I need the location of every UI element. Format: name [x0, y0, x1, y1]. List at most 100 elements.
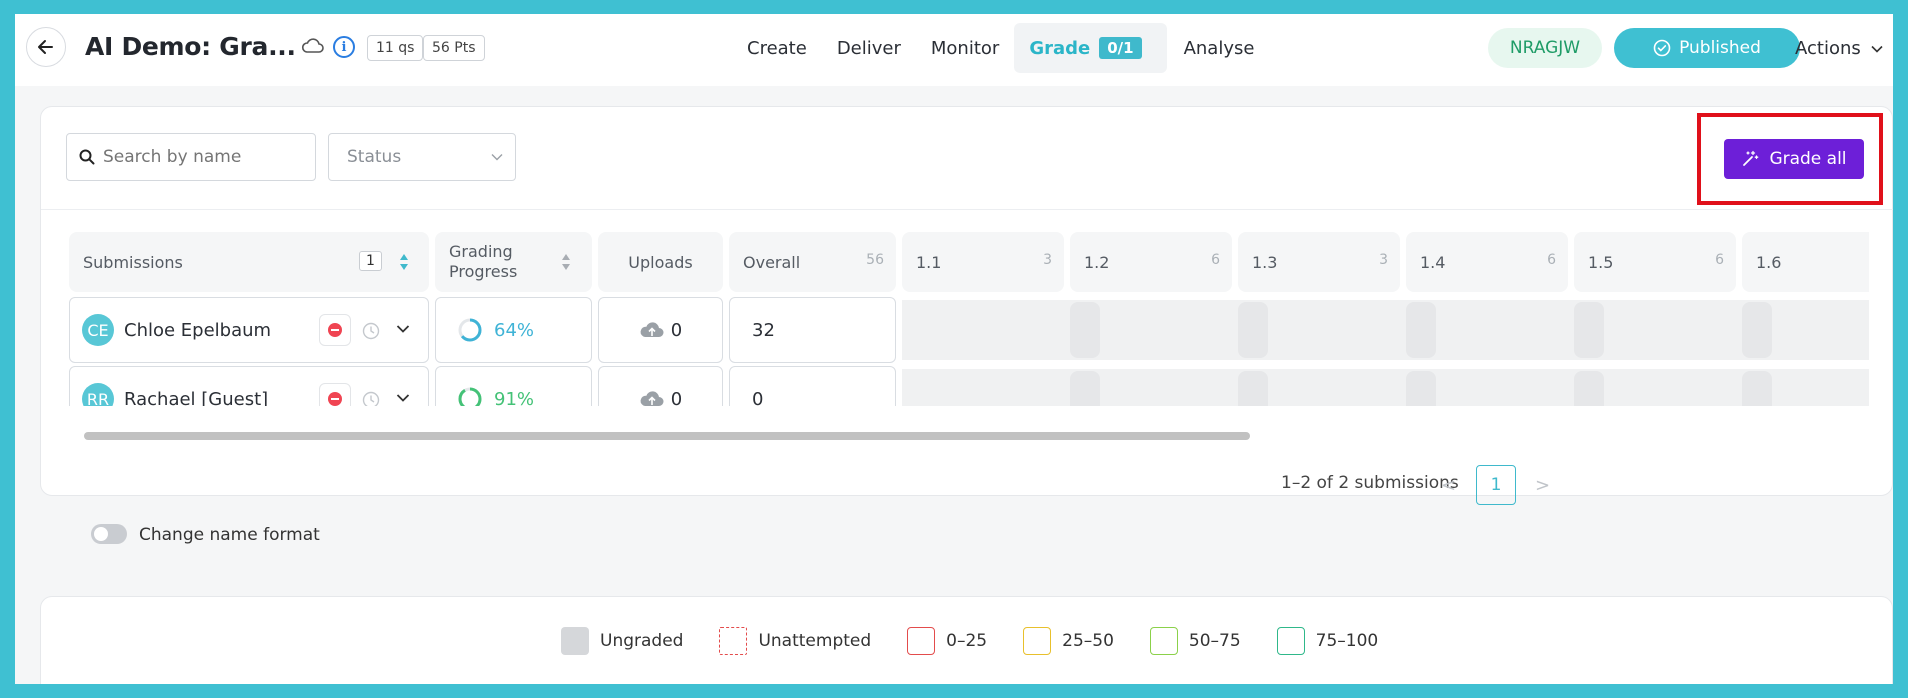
- tab-analyse[interactable]: Analyse: [1167, 23, 1270, 73]
- app-frame: AI Demo: Gra... i 11 qs 56 Pts Create De…: [15, 14, 1893, 684]
- grade-count-badge: 0/1: [1099, 37, 1142, 59]
- next-page-button[interactable]: >: [1535, 475, 1550, 496]
- overall-score-cell[interactable]: 0: [729, 366, 896, 406]
- header-question-1-1[interactable]: 1.1 3: [902, 232, 1064, 292]
- header-question-1-3[interactable]: 1.3 3: [1238, 232, 1400, 292]
- question-points: 6: [1547, 252, 1556, 268]
- progress-ring-fill: [458, 387, 482, 406]
- status-select[interactable]: Status: [328, 133, 516, 181]
- sort-icon[interactable]: [561, 252, 571, 272]
- table-row-student[interactable]: RR Rachael [Guest]: [69, 366, 429, 406]
- grade-all-button[interactable]: Grade all: [1724, 139, 1864, 179]
- published-label: Published: [1679, 38, 1761, 58]
- actions-dropdown[interactable]: Actions: [1795, 38, 1883, 59]
- question-points: 3: [1379, 252, 1388, 268]
- question-grade-cell[interactable]: [1238, 371, 1268, 406]
- remove-button[interactable]: [319, 314, 351, 346]
- info-icon[interactable]: i: [333, 36, 355, 58]
- tab-create[interactable]: Create: [732, 23, 822, 73]
- search-box[interactable]: [66, 133, 316, 181]
- tab-deliver[interactable]: Deliver: [822, 23, 916, 73]
- tab-grade-label: Grade: [1029, 37, 1091, 59]
- minus-circle-icon: [328, 323, 342, 337]
- uploads-count: 0: [670, 388, 683, 407]
- status-placeholder: Status: [347, 147, 402, 167]
- check-circle-icon: [1653, 39, 1671, 57]
- question-label: 1.1: [916, 252, 942, 272]
- question-grade-cell[interactable]: [1742, 371, 1772, 406]
- chevron-down-icon[interactable]: [396, 393, 410, 403]
- question-grade-cell[interactable]: [1742, 302, 1772, 358]
- header-question-1-2[interactable]: 1.2 6: [1070, 232, 1232, 292]
- header-uploads: Uploads: [598, 232, 723, 292]
- header-question-1-4[interactable]: 1.4 6: [1406, 232, 1568, 292]
- legend-swatch: [907, 627, 936, 655]
- uploads-cell[interactable]: 0: [598, 366, 723, 406]
- grading-progress-cell: 91%: [435, 366, 592, 406]
- horizontal-scrollbar[interactable]: [84, 432, 1250, 440]
- question-grade-cell[interactable]: [1574, 302, 1604, 358]
- question-grade-cell[interactable]: [1406, 371, 1436, 406]
- avatar: RR: [82, 383, 114, 406]
- page-title: AI Demo: Gra...: [85, 32, 296, 61]
- question-label: 1.3: [1252, 252, 1278, 272]
- uploads-cell[interactable]: 0: [598, 297, 723, 363]
- header-question-1-5[interactable]: 1.5 6: [1574, 232, 1736, 292]
- question-points: 6: [1211, 252, 1220, 268]
- overall-score-cell[interactable]: 32: [729, 297, 896, 363]
- chevron-down-icon[interactable]: [396, 324, 410, 334]
- chevron-down-icon: [491, 154, 503, 161]
- legend-card: Ungraded Unattempted 0–25 25–50 50–75 75…: [40, 596, 1893, 684]
- legend-label: Ungraded: [600, 631, 684, 651]
- question-grade-cell[interactable]: [1070, 302, 1100, 358]
- question-grade-cell[interactable]: [1238, 302, 1268, 358]
- header-grading-progress[interactable]: Grading Progress: [435, 232, 592, 292]
- page-1-button[interactable]: 1: [1476, 465, 1516, 505]
- question-grade-cell[interactable]: [1070, 371, 1100, 406]
- divider: [41, 209, 1893, 210]
- clock-icon[interactable]: [362, 391, 380, 406]
- tab-monitor[interactable]: Monitor: [916, 23, 1014, 73]
- header-question-1-6[interactable]: 1.6: [1742, 232, 1869, 292]
- progress-percent: 64%: [494, 319, 535, 341]
- prev-page-button[interactable]: <: [1441, 475, 1456, 496]
- published-button[interactable]: Published: [1614, 28, 1800, 68]
- magic-wand-icon: [1743, 150, 1759, 166]
- legend-label: Unattempted: [758, 631, 872, 651]
- student-name: Chloe Epelbaum: [124, 319, 272, 341]
- name-format-toggle[interactable]: [91, 524, 127, 544]
- sort-icon[interactable]: [399, 252, 409, 272]
- legend-label: 25–50: [1062, 631, 1114, 651]
- legend-item-25-50: 25–50: [1023, 627, 1114, 655]
- question-grade-cell[interactable]: [1406, 302, 1436, 358]
- legend-swatch: [561, 627, 589, 655]
- cloud-upload-icon: [640, 322, 664, 337]
- main-nav: Create Deliver Monitor Grade 0/1 Analyse: [732, 22, 1269, 74]
- legend-item-unattempted: Unattempted: [719, 627, 871, 655]
- clock-icon[interactable]: [362, 322, 380, 340]
- question-points: 6: [1715, 252, 1724, 268]
- legend-item-75-100: 75–100: [1276, 627, 1378, 655]
- cloud-icon: [301, 38, 324, 53]
- progress-percent: 91%: [494, 388, 535, 407]
- arrow-left-icon: [38, 40, 53, 54]
- question-label: 1.5: [1588, 252, 1614, 272]
- tab-grade[interactable]: Grade 0/1: [1014, 23, 1167, 73]
- search-input[interactable]: [103, 147, 303, 167]
- room-code-badge[interactable]: NRAGJW: [1488, 28, 1602, 68]
- points-chip: 56 Pts: [423, 35, 485, 61]
- search-icon: [79, 149, 95, 165]
- minus-circle-icon: [328, 392, 342, 406]
- back-button[interactable]: [26, 27, 66, 67]
- legend-swatch: [1149, 627, 1178, 655]
- legend-swatch: [719, 627, 748, 655]
- pagination-summary: 1–2 of 2 submissions: [1281, 473, 1459, 493]
- submissions-count-badge: 1: [359, 251, 382, 271]
- header-submissions[interactable]: Submissions 1: [69, 232, 429, 292]
- student-name: Rachael [Guest]: [124, 388, 269, 407]
- legend-swatch: [1276, 627, 1305, 655]
- remove-button[interactable]: [319, 383, 351, 406]
- question-grade-cell[interactable]: [1574, 371, 1604, 406]
- question-grades-row: [902, 300, 1869, 360]
- table-row-student[interactable]: CE Chloe Epelbaum: [69, 297, 429, 363]
